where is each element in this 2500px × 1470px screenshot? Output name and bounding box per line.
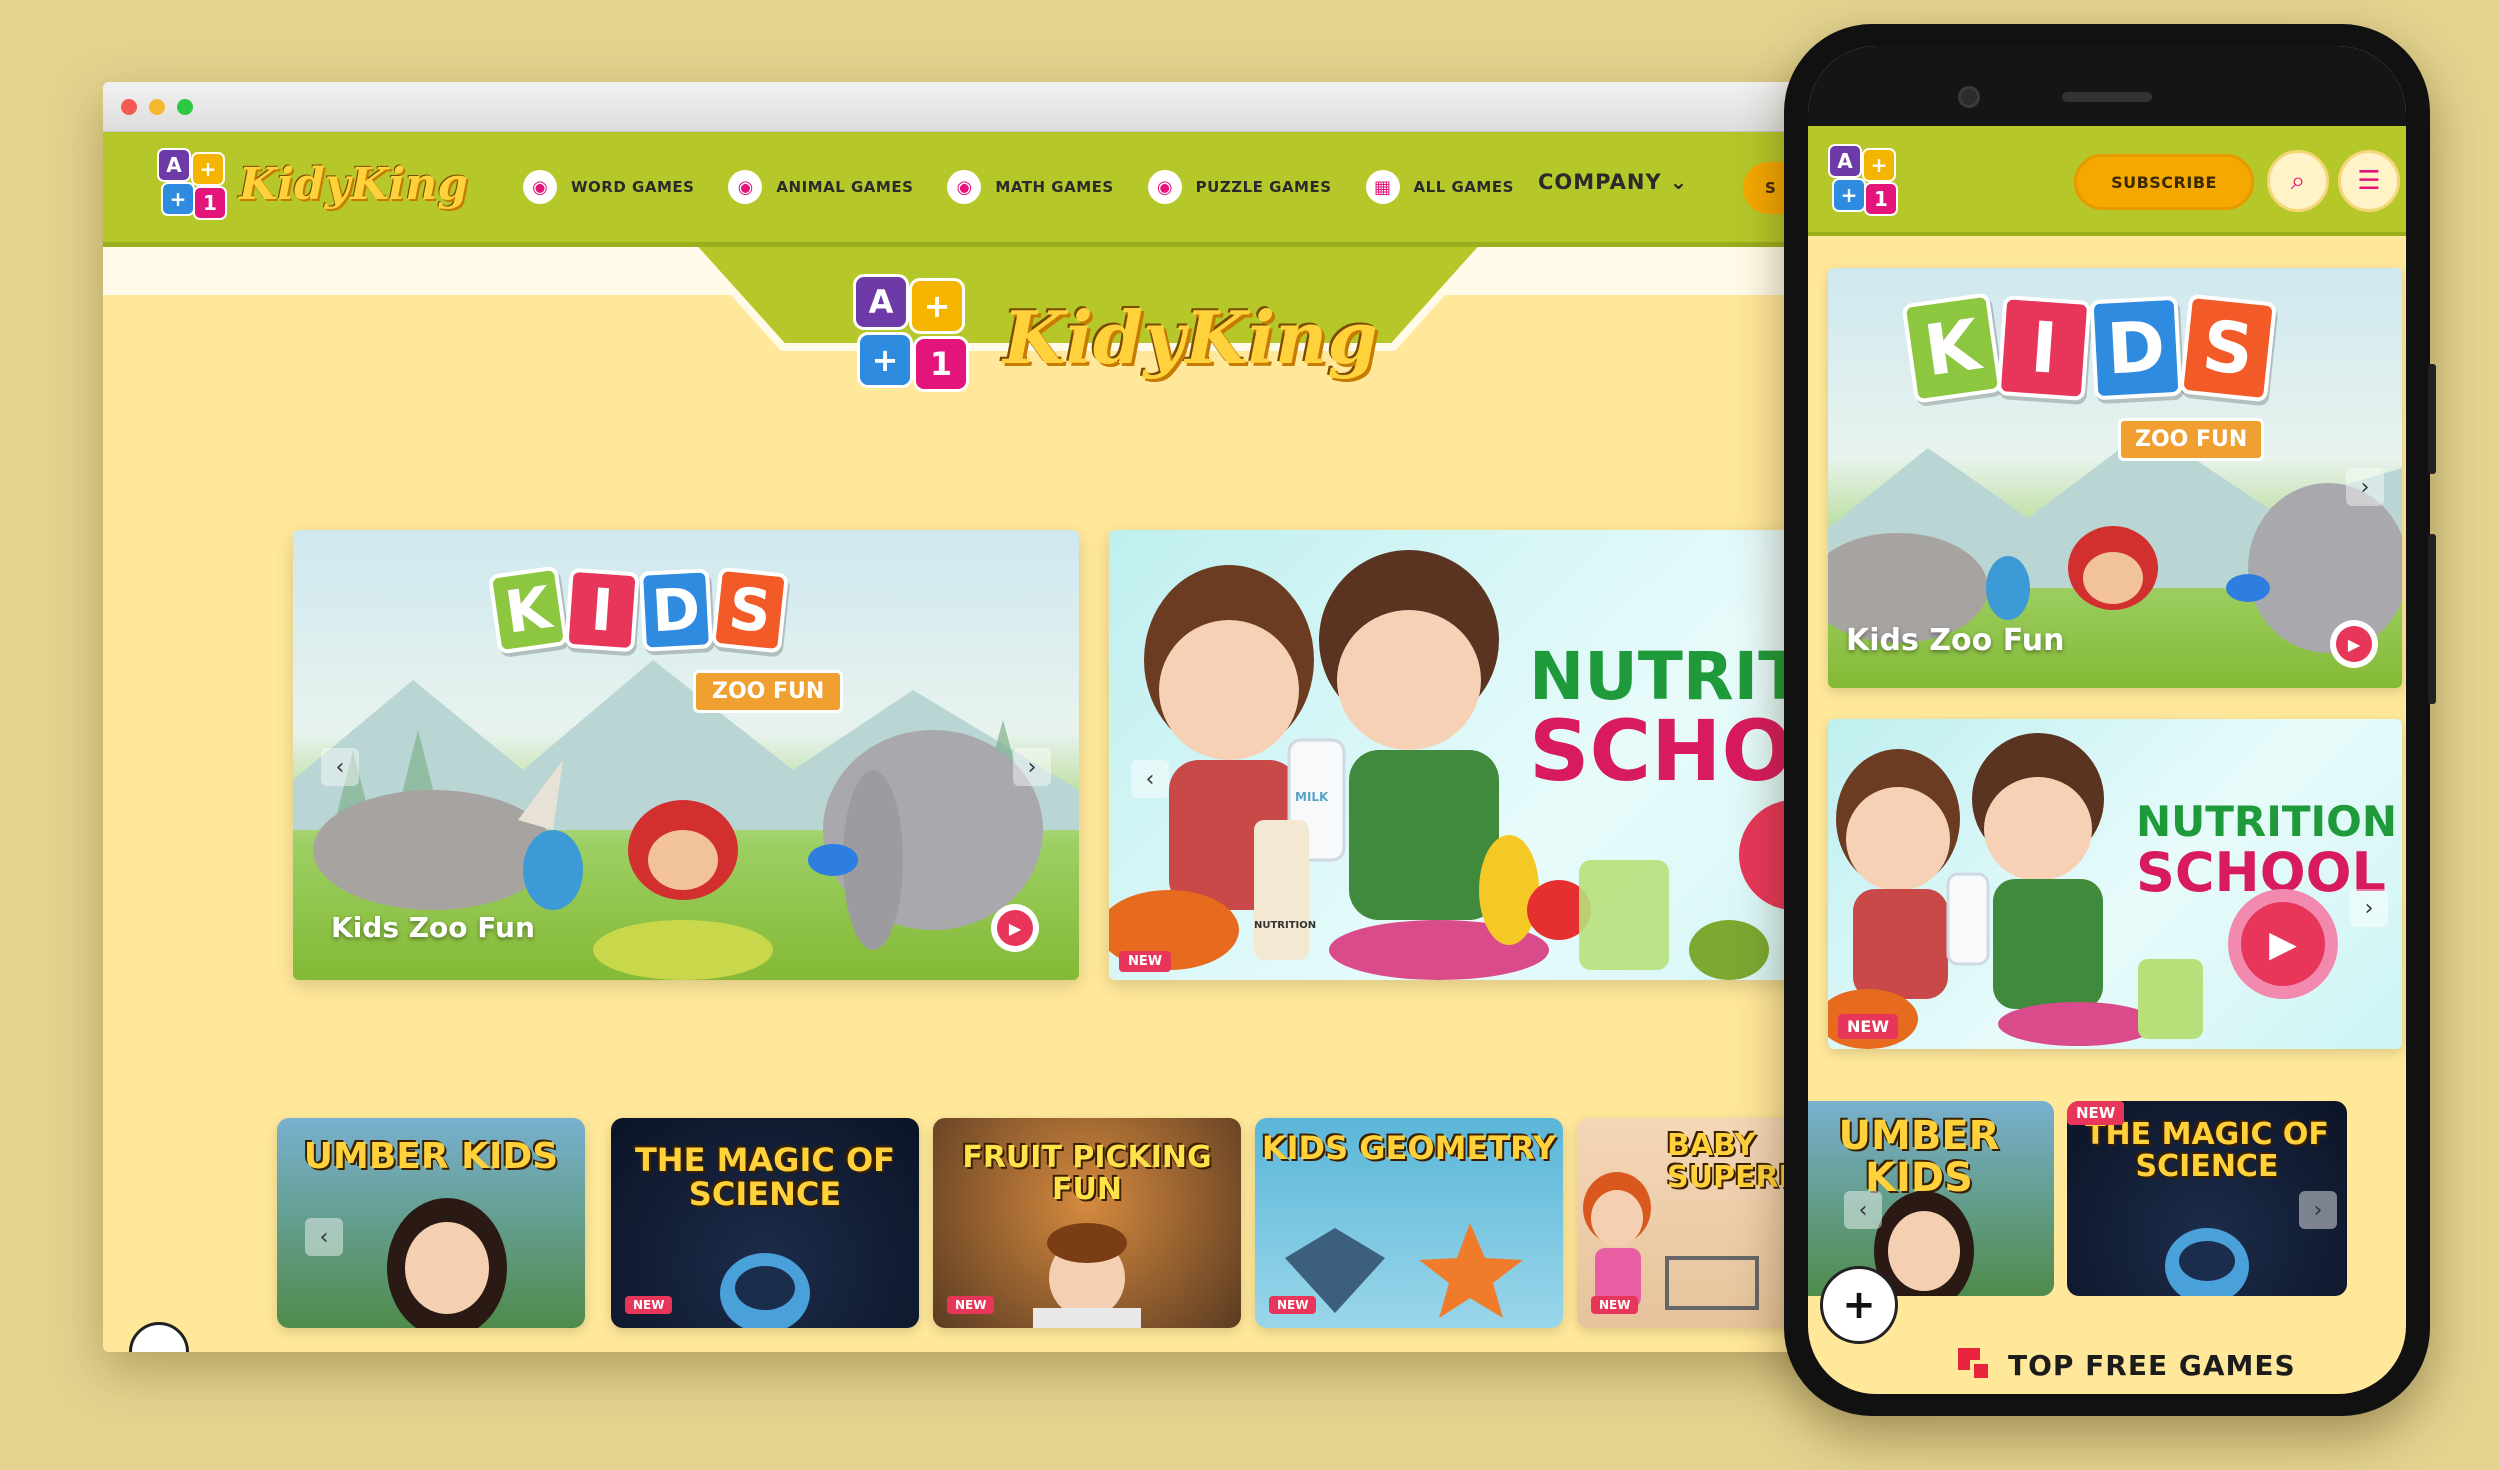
kids-puzzle-title: K I D S <box>487 565 789 655</box>
subscribe-button[interactable]: SUBSCRIBE <box>2074 154 2254 210</box>
new-badge: NEW <box>625 1296 673 1314</box>
puzzle-logo-icon[interactable]: A + + 1 <box>1824 140 1904 220</box>
phone-site-header: A + + 1 SUBSCRIBE ⌕ ☰ <box>1808 126 2406 236</box>
zoo-fun-tag: ZOO FUN <box>693 670 844 713</box>
nutrition-title-line1: NUTRITION <box>2136 797 2398 846</box>
phone-speaker <box>2062 92 2152 102</box>
phone-power-button <box>2428 534 2436 704</box>
top-free-games-heading: TOP FREE GAMES <box>1958 1348 2296 1382</box>
browser-titlebar <box>103 82 1923 132</box>
new-badge: NEW <box>947 1296 995 1314</box>
game-card-fruit-picking-fun[interactable]: FRUIT PICKING FUN NEW <box>933 1118 1241 1328</box>
phone-slide-kids-zoo-fun[interactable]: K I D S ZOO FUN › Kids Zoo Fun ▶ <box>1828 268 2402 688</box>
phone-game-card-number-kids[interactable]: UMBER KIDS ‹ <box>1808 1101 2054 1296</box>
grid-icon: ▦ <box>1365 170 1400 204</box>
main-nav: ◉ WORD GAMES ◉ ANIMAL GAMES ◉ MATH GAMES… <box>523 170 1514 204</box>
hero-slider: K I D S ZOO FUN ‹ › Kids Zoo Fun ▶ MILK … <box>293 530 1923 980</box>
play-icon: ▶ <box>2336 626 2372 662</box>
browser-window: A + + 1 KidyKing ◉ WORD GAMES ◉ ANIMAL G… <box>103 82 1923 1352</box>
slide-prev-arrow[interactable]: ‹ <box>1131 760 1169 798</box>
chevron-down-icon: ⌄ <box>1669 170 1689 194</box>
play-icon: ▶ <box>2241 902 2325 986</box>
puzzle-logo-icon: A + + 1 <box>843 262 993 412</box>
new-badge: NEW <box>2067 1101 2125 1125</box>
play-icon: ▶ <box>997 910 1033 946</box>
close-window-button[interactable] <box>121 99 137 115</box>
play-button[interactable]: ▶ <box>2330 620 2378 668</box>
phone-slide-nutrition-school[interactable]: NUTRITION SCHOOL ▶ › NEW <box>1828 719 2402 1049</box>
nav-animal-games[interactable]: ◉ ANIMAL GAMES <box>728 170 913 204</box>
nav-word-games[interactable]: ◉ WORD GAMES <box>523 170 694 204</box>
new-badge: NEW <box>1838 1014 1898 1039</box>
row-next-arrow[interactable]: › <box>2299 1191 2337 1229</box>
nutrition-title-line2: SCHO <box>1529 702 1793 800</box>
nav-puzzle-games[interactable]: ◉ PUZZLE GAMES <box>1147 170 1332 204</box>
slide-title: Kids Zoo Fun <box>1846 623 2065 658</box>
add-fab-button[interactable] <box>129 1322 189 1352</box>
palette-icon: ◉ <box>1147 170 1182 204</box>
search-icon: ⌕ <box>2290 165 2306 196</box>
menu-button[interactable]: ☰ <box>2338 150 2400 212</box>
new-badge: NEW <box>1119 951 1172 972</box>
new-badge: NEW <box>1269 1296 1317 1314</box>
slide-prev-arrow[interactable]: ‹ <box>321 748 359 786</box>
slide-next-arrow[interactable]: › <box>2346 468 2384 506</box>
row-prev-arrow[interactable]: ‹ <box>305 1218 343 1256</box>
brand-name: KidyKing <box>1003 294 1378 380</box>
header-logo[interactable]: A + + 1 KidyKing <box>153 144 468 224</box>
front-camera <box>1958 86 1980 108</box>
phone-notch-area <box>1808 46 2406 126</box>
squares-icon <box>1958 1348 1992 1382</box>
game-thumbnails-row: UMBER KIDS ‹ THE MAGIC OF SCIENCE NEW FR… <box>277 1118 1923 1330</box>
search-button[interactable]: ⌕ <box>2267 150 2329 212</box>
phone-device: A + + 1 SUBSCRIBE ⌕ ☰ K I D S ZOO FUN › … <box>1784 24 2436 1416</box>
palette-icon: ◉ <box>947 170 982 204</box>
phone-volume-button <box>2428 364 2436 474</box>
nav-all-games[interactable]: ▦ ALL GAMES <box>1365 170 1514 204</box>
new-badge: NEW <box>1591 1296 1639 1314</box>
slide-next-arrow[interactable]: › <box>1013 748 1051 786</box>
minimize-window-button[interactable] <box>149 99 165 115</box>
play-button[interactable]: ▶ <box>2228 889 2338 999</box>
kids-puzzle-title: K I D S <box>1901 292 2277 404</box>
zoo-fun-tag: ZOO FUN <box>2118 418 2265 461</box>
maximize-window-button[interactable] <box>177 99 193 115</box>
milk-label: MILK <box>1295 790 1329 804</box>
hero-logo: A + + 1 KidyKing <box>843 262 1378 412</box>
brand-name: KidyKing <box>239 158 469 210</box>
palette-icon: ◉ <box>728 170 763 204</box>
list-icon: ☰ <box>2357 166 2381 196</box>
company-label: COMPANY <box>1538 170 1662 194</box>
game-card-number-kids[interactable]: UMBER KIDS ‹ <box>277 1118 585 1328</box>
site-header: A + + 1 KidyKing ◉ WORD GAMES ◉ ANIMAL G… <box>103 132 1923 247</box>
palette-icon: ◉ <box>523 170 557 204</box>
nav-math-games[interactable]: ◉ MATH GAMES <box>947 170 1113 204</box>
slide-title: Kids Zoo Fun <box>331 911 535 944</box>
nutrition-jar-label: NUTRITION <box>1254 920 1317 931</box>
game-card-kids-geometry[interactable]: KIDS GEOMETRY NEW <box>1255 1118 1563 1328</box>
company-menu[interactable]: COMPANY ⌄ <box>1538 170 1688 194</box>
add-fab-button[interactable]: + <box>1820 1266 1898 1344</box>
game-card-magic-of-science[interactable]: THE MAGIC OF SCIENCE NEW <box>611 1118 919 1328</box>
phone-screen: A + + 1 SUBSCRIBE ⌕ ☰ K I D S ZOO FUN › … <box>1808 46 2406 1394</box>
row-prev-arrow[interactable]: ‹ <box>1844 1191 1882 1229</box>
slide-next-arrow[interactable]: › <box>2350 889 2388 927</box>
phone-game-card-magic-of-science[interactable]: THE MAGIC OF SCIENCE NEW › <box>2067 1101 2347 1296</box>
play-button[interactable]: ▶ <box>991 904 1039 952</box>
puzzle-logo-icon: A + + 1 <box>153 144 233 224</box>
hero-slide-kids-zoo-fun[interactable]: K I D S ZOO FUN ‹ › Kids Zoo Fun ▶ <box>293 530 1079 980</box>
